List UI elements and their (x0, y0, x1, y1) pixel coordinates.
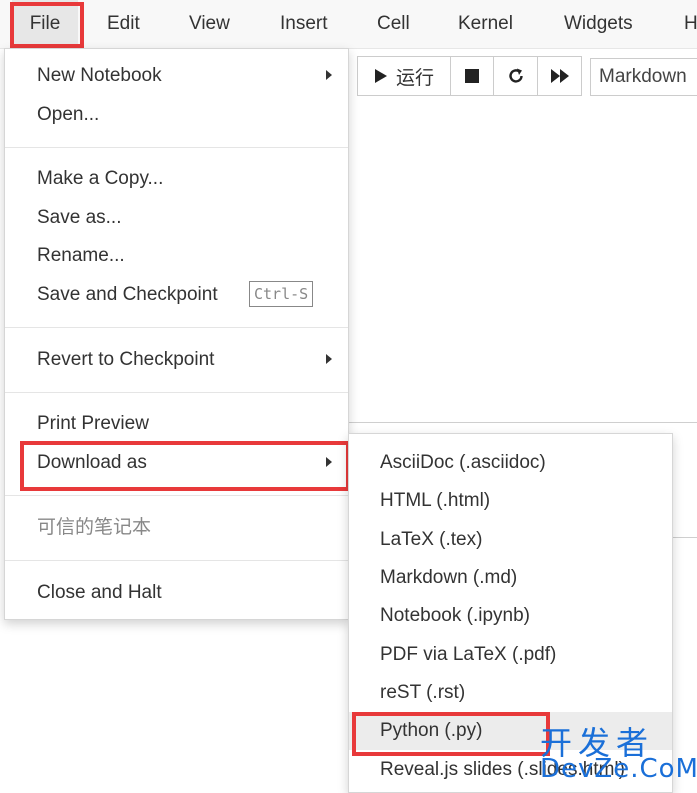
menu-item-print-preview[interactable]: Print Preview (37, 408, 149, 440)
menu-item-new-notebook[interactable]: New Notebook (37, 60, 162, 92)
download-html[interactable]: HTML (.html) (380, 485, 490, 517)
menu-item-revert-checkpoint[interactable]: Revert to Checkpoint (37, 344, 214, 376)
menu-insert[interactable]: Insert (280, 0, 328, 48)
submenu-arrow-icon (326, 70, 332, 80)
fast-forward-icon (550, 69, 569, 83)
menu-kernel[interactable]: Kernel (458, 0, 513, 48)
download-markdown[interactable]: Markdown (.md) (380, 562, 517, 594)
menu-cell[interactable]: Cell (377, 0, 410, 48)
menu-edit[interactable]: Edit (107, 0, 140, 48)
download-latex[interactable]: LaTeX (.tex) (380, 524, 482, 556)
python-highlight-box (352, 712, 550, 756)
menu-item-rename[interactable]: Rename... (37, 240, 125, 272)
download-notebook[interactable]: Notebook (.ipynb) (380, 600, 530, 632)
file-highlight-box (10, 2, 84, 48)
menu-divider (5, 560, 348, 561)
watermark-url: DevZe.CoM (540, 754, 697, 784)
stop-icon (465, 69, 479, 83)
menu-widgets[interactable]: Widgets (564, 0, 633, 48)
file-dropdown-menu: New Notebook Open... Make a Copy... Save… (4, 48, 349, 620)
download-asciidoc[interactable]: AsciiDoc (.asciidoc) (380, 447, 546, 479)
menu-divider (5, 147, 348, 148)
restart-run-all-button[interactable] (537, 56, 582, 96)
refresh-icon (508, 68, 523, 83)
menu-item-save-as[interactable]: Save as... (37, 202, 122, 234)
download-as-highlight-box (20, 441, 350, 491)
play-icon (374, 69, 387, 83)
restart-button[interactable] (493, 56, 538, 96)
menu-divider (5, 327, 348, 328)
cell-type-select[interactable]: Markdown (590, 58, 697, 96)
interrupt-button[interactable] (450, 56, 494, 96)
menu-divider (5, 495, 348, 496)
menu-divider (5, 392, 348, 393)
download-pdf[interactable]: PDF via LaTeX (.pdf) (380, 639, 556, 671)
menu-help[interactable]: H (684, 0, 697, 48)
menu-item-save-checkpoint[interactable]: Save and Checkpoint (37, 279, 218, 311)
menu-item-trusted-notebook: 可信的笔记本 (37, 517, 152, 538)
menu-view[interactable]: View (189, 0, 230, 48)
notebook-panel-line (673, 537, 697, 538)
run-button[interactable]: 运行 (357, 56, 451, 96)
notebook-panel-line (348, 422, 697, 423)
menu-item-open[interactable]: Open... (37, 99, 99, 131)
menu-item-close-halt[interactable]: Close and Halt (37, 577, 162, 609)
submenu-arrow-icon (326, 354, 332, 364)
menu-item-make-copy[interactable]: Make a Copy... (37, 163, 163, 195)
run-label: 运行 (395, 67, 434, 89)
download-rest[interactable]: reST (.rst) (380, 677, 465, 709)
shortcut-badge: Ctrl-S (249, 281, 314, 307)
menubar: File Edit View Insert Cell Kernel Widget… (0, 0, 697, 49)
